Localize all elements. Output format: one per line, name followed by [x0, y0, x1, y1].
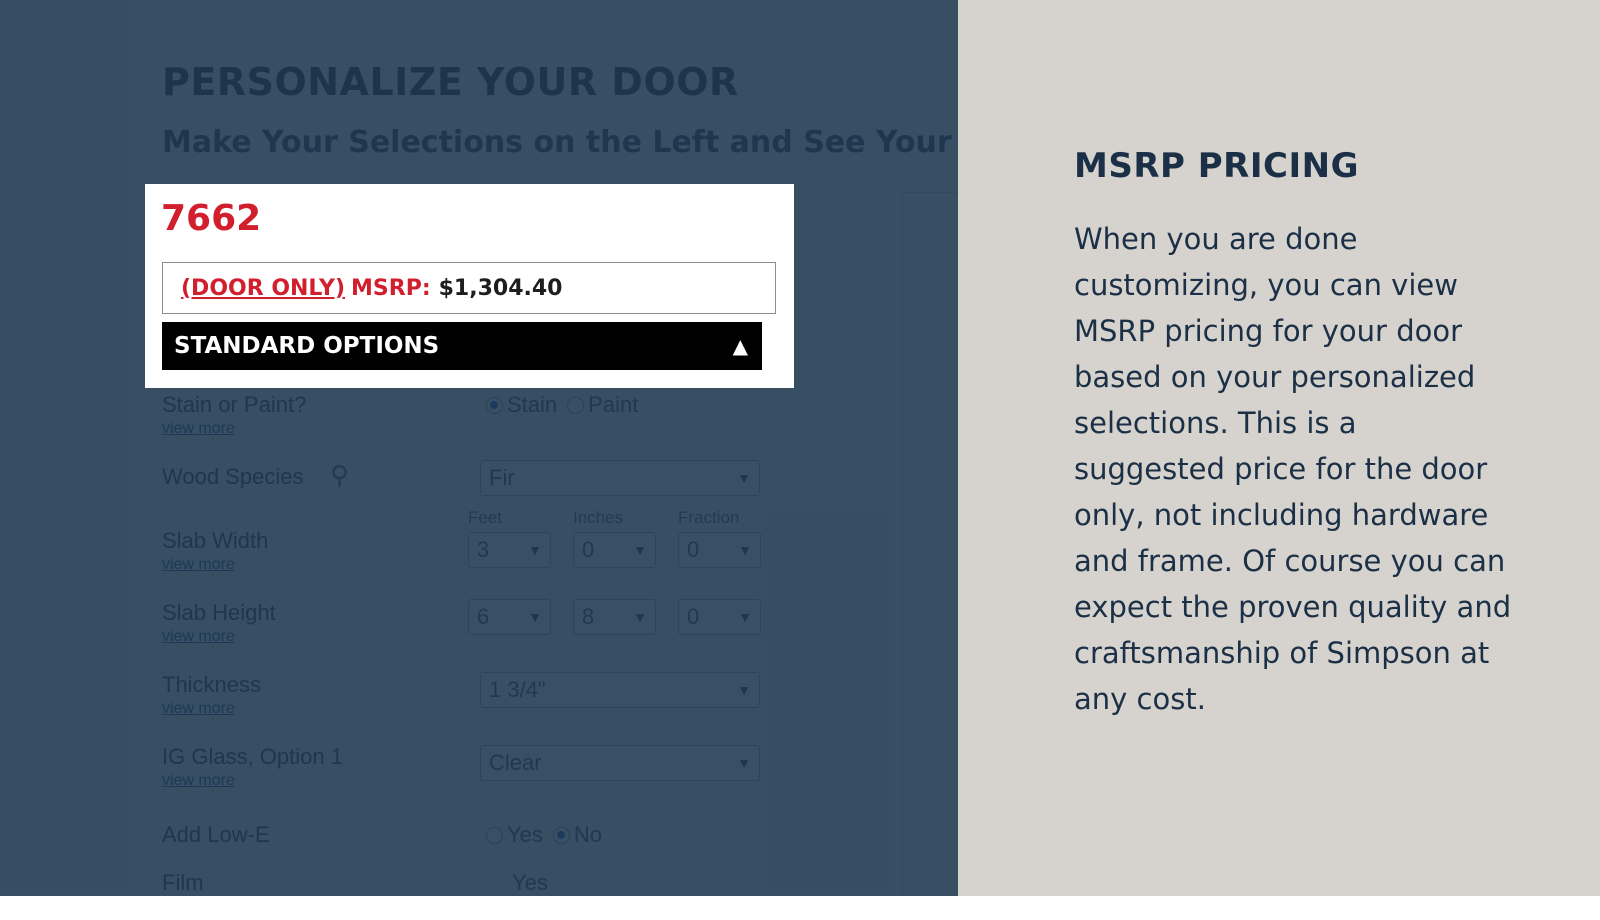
wood-species-value: Fir	[489, 465, 515, 490]
stain-radio[interactable]	[486, 396, 503, 414]
low-e-radios: Yes No	[486, 822, 608, 848]
low-e-no-label: No	[573, 822, 603, 847]
film-value: Yes	[512, 870, 548, 896]
inches-header: Inches	[573, 508, 624, 527]
msrp-price-box: (DOOR ONLY) MSRP: $1,304.40	[162, 262, 776, 314]
thickness-value: 1 3/4"	[489, 677, 546, 702]
film-row: Film	[162, 870, 204, 896]
chevron-down-icon: ▼	[738, 542, 752, 558]
msrp-label: MSRP:	[351, 275, 431, 301]
ig-glass-select[interactable]: Clear ▼	[480, 745, 760, 781]
film-label: Film	[162, 870, 204, 895]
ig-glass-value: Clear	[489, 750, 542, 775]
chevron-down-icon: ▼	[738, 609, 752, 625]
door-only-link[interactable]: (DOOR ONLY)	[181, 276, 345, 301]
wood-species-label: Wood Species	[162, 464, 304, 489]
page-title: PERSONALIZE YOUR DOOR	[162, 60, 739, 104]
stain-or-paint-label: Stain or Paint?	[162, 392, 307, 417]
thickness-row: Thickness view more	[162, 672, 261, 718]
configurator-screenshot: PERSONALIZE YOUR DOOR Make Your Selectio…	[0, 0, 958, 896]
stain-or-paint-radios: Stain Paint	[486, 392, 644, 418]
model-number: 7662	[161, 198, 262, 239]
ig-glass-row: IG Glass, Option 1 view more	[162, 744, 343, 790]
chevron-down-icon: ▼	[528, 609, 542, 625]
slab-height-inches-select[interactable]: 8 ▼	[573, 599, 656, 635]
page-subtitle: Make Your Selections on the Left and See…	[162, 125, 952, 160]
slab-width-feet-value: 3	[477, 537, 490, 562]
ig-glass-label: IG Glass, Option 1	[162, 744, 343, 769]
info-panel: MSRP PRICING When you are done customizi…	[958, 0, 1600, 896]
magnifier-icon[interactable]: ⚲	[330, 460, 349, 491]
low-e-no-radio[interactable]	[552, 826, 570, 844]
slab-width-row: Slab Width view more	[162, 528, 268, 574]
view-more-link[interactable]: view more	[162, 420, 306, 438]
standard-options-toggle[interactable]: STANDARD OPTIONS ▲	[162, 322, 762, 370]
slab-height-feet-select[interactable]: 6 ▼	[468, 599, 551, 635]
film-value-text: Yes	[512, 870, 548, 895]
feet-header: Feet	[468, 508, 503, 527]
slab-width-fraction-value: 0	[687, 537, 700, 562]
stain-or-paint-row: Stain or Paint? view more	[162, 392, 306, 438]
price-callout: 7662 (DOOR ONLY) MSRP: $1,304.40 STANDAR…	[145, 184, 794, 388]
wood-species-select[interactable]: Fir ▼	[480, 460, 760, 496]
paint-radio-label: Paint	[588, 392, 639, 417]
slab-width-inches-value: 0	[582, 537, 595, 562]
slab-width-label: Slab Width	[162, 528, 269, 553]
low-e-yes-label: Yes	[507, 822, 543, 847]
slab-height-label: Slab Height	[162, 600, 276, 625]
slab-height-fraction-value: 0	[687, 604, 700, 629]
thickness-select[interactable]: 1 3/4" ▼	[480, 672, 760, 708]
slab-height-fraction-select[interactable]: 0 ▼	[678, 599, 761, 635]
view-more-link[interactable]: view more	[162, 700, 261, 718]
fraction-header: Fraction	[678, 508, 740, 527]
chevron-down-icon: ▼	[633, 609, 647, 625]
low-e-label: Add Low-E	[162, 822, 270, 847]
chevron-down-icon: ▼	[528, 542, 542, 558]
msrp-price: $1,304.40	[438, 275, 563, 301]
door-preview-frame	[902, 192, 958, 896]
triangle-up-icon: ▲	[732, 334, 748, 358]
paint-radio[interactable]	[567, 396, 585, 414]
slab-width-inches-select[interactable]: 0 ▼	[573, 532, 656, 568]
stain-radio-label: Stain	[507, 392, 558, 417]
slab-height-feet-value: 6	[477, 604, 490, 629]
info-title: MSRP PRICING	[1074, 146, 1359, 186]
chevron-down-icon: ▼	[737, 682, 751, 698]
thickness-label: Thickness	[162, 672, 262, 697]
slab-height-row: Slab Height view more	[162, 600, 276, 646]
slab-width-feet-select[interactable]: 3 ▼	[468, 532, 551, 568]
low-e-yes-radio[interactable]	[486, 826, 503, 844]
chevron-down-icon: ▼	[737, 755, 751, 771]
standard-options-label: STANDARD OPTIONS	[174, 333, 440, 359]
slide: PERSONALIZE YOUR DOOR Make Your Selectio…	[0, 0, 1600, 896]
chevron-down-icon: ▼	[737, 470, 751, 486]
slab-width-fraction-select[interactable]: 0 ▼	[678, 532, 761, 568]
wood-species-row: Wood Species	[162, 464, 303, 490]
info-body: When you are done customizing, you can v…	[1074, 222, 1512, 716]
slab-height-inches-value: 8	[582, 604, 595, 629]
low-e-row: Add Low-E	[162, 822, 270, 848]
view-more-link[interactable]: view more	[162, 556, 268, 574]
chevron-down-icon: ▼	[633, 542, 647, 558]
view-more-link[interactable]: view more	[162, 772, 343, 790]
view-more-link[interactable]: view more	[162, 628, 276, 646]
